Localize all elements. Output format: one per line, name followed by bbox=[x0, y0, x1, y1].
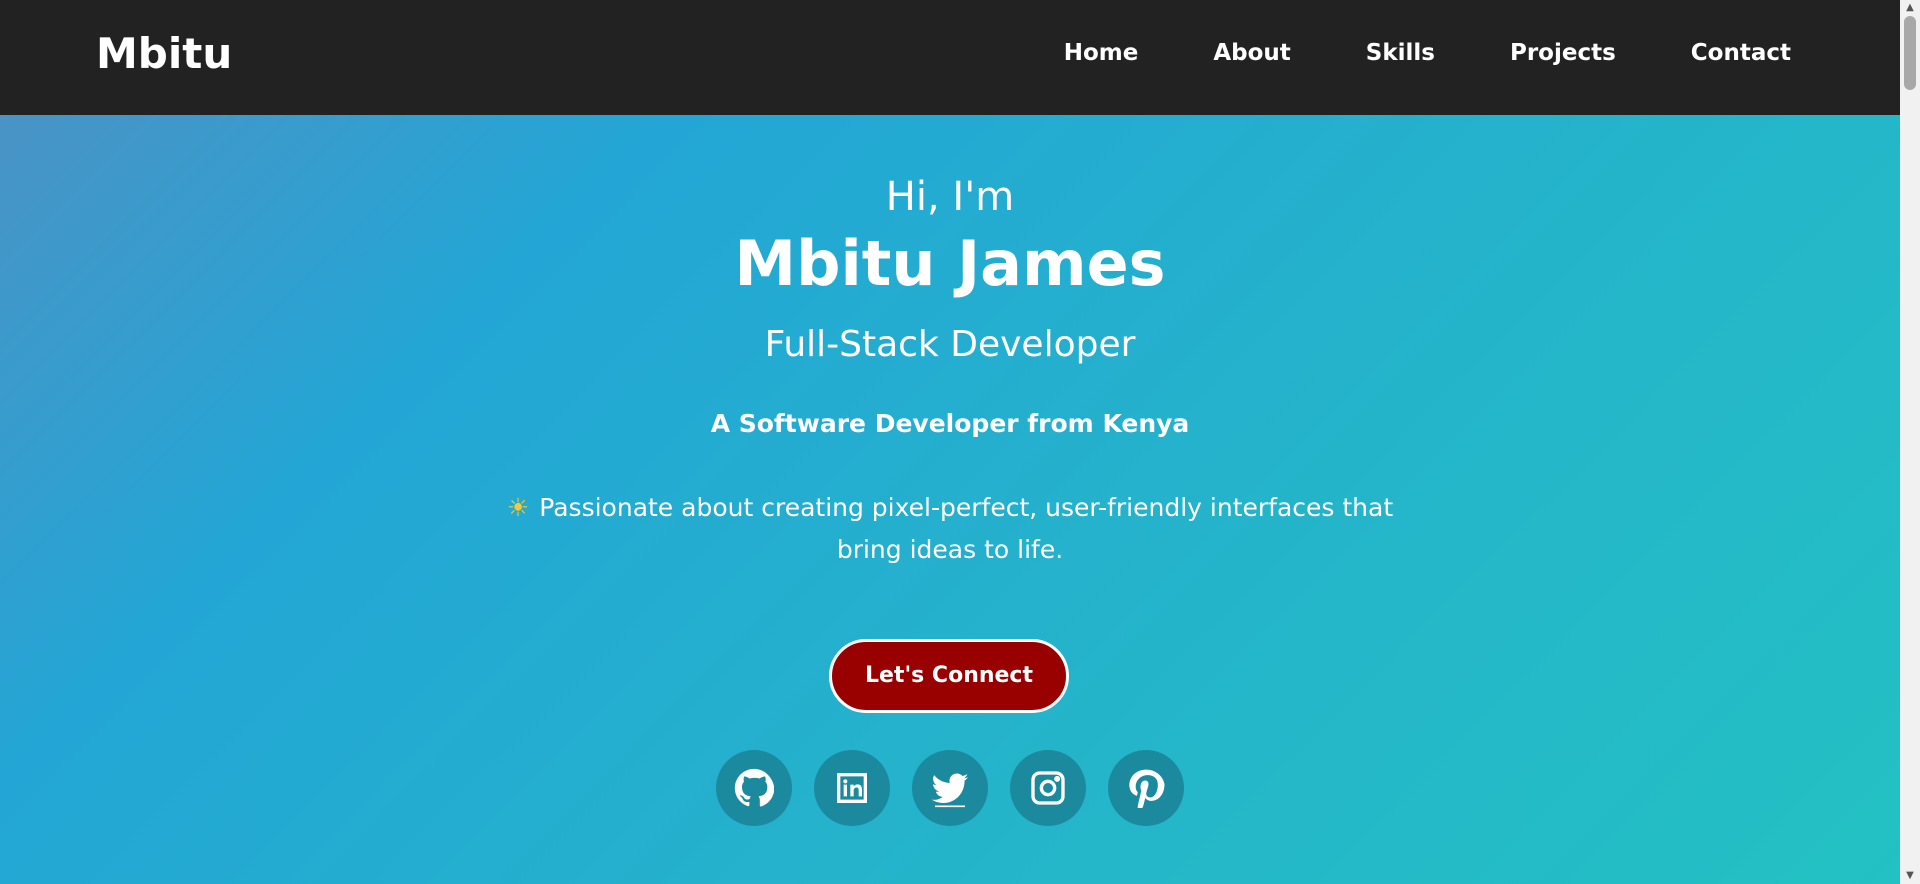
instagram-link[interactable] bbox=[1010, 750, 1086, 826]
social-links bbox=[716, 750, 1206, 826]
hero-name: Mbitu James bbox=[734, 227, 1166, 300]
pinterest-icon bbox=[1129, 769, 1165, 808]
scroll-up-arrow-icon[interactable]: ▲ bbox=[1900, 0, 1920, 16]
scroll-thumb[interactable] bbox=[1904, 16, 1916, 90]
github-icon bbox=[734, 768, 774, 807]
nav-contact-link[interactable]: Contact bbox=[1691, 36, 1791, 70]
hero-role: Full-Stack Developer bbox=[764, 324, 1136, 365]
scrollbar[interactable]: ▲ ▼ bbox=[1900, 0, 1920, 884]
lets-connect-button[interactable]: Let's Connect bbox=[829, 639, 1069, 713]
hero-greeting: Hi, I'm bbox=[885, 174, 1015, 220]
pinterest-link[interactable] bbox=[1108, 750, 1184, 826]
hero-section: Hi, I'm Mbitu James Full-Stack Developer… bbox=[0, 115, 1900, 884]
twitter-link[interactable] bbox=[912, 750, 988, 826]
github-link[interactable] bbox=[716, 750, 792, 826]
nav-skills-link[interactable]: Skills bbox=[1366, 36, 1435, 70]
nav-projects-link[interactable]: Projects bbox=[1510, 36, 1616, 70]
hero-tagline: A Software Developer from Kenya bbox=[710, 409, 1190, 438]
nav-home-link[interactable]: Home bbox=[1064, 36, 1139, 70]
brand-logo[interactable]: Mbitu bbox=[96, 26, 232, 82]
navbar: Mbitu Home About Skills Projects Contact bbox=[0, 0, 1900, 115]
nav-about-link[interactable]: About bbox=[1213, 36, 1290, 70]
linkedin-icon bbox=[837, 773, 867, 803]
linkedin-link[interactable] bbox=[814, 750, 890, 826]
page: Mbitu Home About Skills Projects Contact… bbox=[0, 0, 1920, 884]
nav-links: Home About Skills Projects Contact bbox=[989, 36, 1791, 70]
instagram-icon bbox=[1031, 771, 1065, 805]
sun-icon: ☀ bbox=[506, 493, 530, 522]
twitter-icon bbox=[931, 773, 969, 808]
scroll-down-arrow-icon[interactable]: ▼ bbox=[1900, 868, 1920, 884]
hero-bio: ☀ Passionate about creating pixel-perfect… bbox=[490, 487, 1410, 571]
hero-bio-text: Passionate about creating pixel-perfect,… bbox=[539, 493, 1394, 564]
